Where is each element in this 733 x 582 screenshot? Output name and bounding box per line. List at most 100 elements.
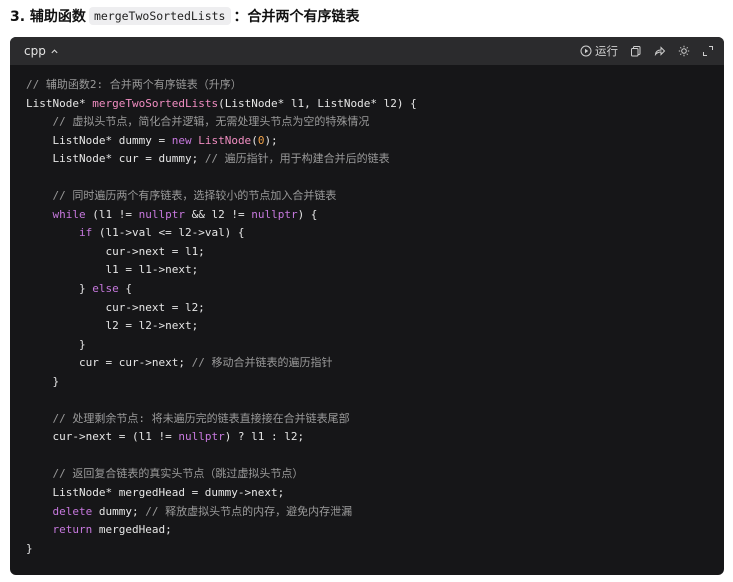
- language-selector[interactable]: cpp: [24, 44, 59, 58]
- code-token: (l1 !=: [85, 207, 139, 221]
- code-token: }: [26, 541, 33, 555]
- code-token: ListNode* mergedHead = dummy->next;: [26, 486, 285, 500]
- code-line: if (l1->val <= l2->val) {: [26, 224, 724, 243]
- code-block: cpp 运行 // 辅助函数2: 合并两个有序链表（升序） ListNode* …: [10, 37, 724, 575]
- play-icon: [580, 45, 592, 57]
- code-token: cur->next = l2;: [26, 300, 205, 314]
- code-block-header: cpp 运行: [10, 37, 724, 65]
- code-token: ListNode*: [26, 96, 93, 110]
- code-line: // 返回复合链表的真实头节点（跳过虚拟头节点）: [26, 465, 724, 484]
- heading-inline-code: mergeTwoSortedLists: [88, 7, 231, 25]
- code-line: return mergedHead;: [26, 521, 724, 540]
- code-token: else: [92, 282, 119, 296]
- code-token: mergeTwoSortedLists: [92, 96, 219, 110]
- code-token: if: [78, 226, 93, 240]
- code-line: // 虚拟头节点，简化合并逻辑，无需处理头节点为空的特殊情况: [26, 113, 724, 132]
- code-token: {: [118, 282, 132, 296]
- code-line: while (l1 != nullptr && l2 != nullptr) {: [26, 206, 724, 225]
- share-icon: [654, 46, 666, 57]
- run-button[interactable]: 运行: [580, 43, 618, 59]
- code-token: (ListNode* l1, ListNode* l2) {: [218, 96, 417, 110]
- code-token: // 虚拟头节点，简化合并逻辑，无需处理头节点为空的特殊情况: [52, 115, 370, 129]
- theme-toggle[interactable]: [678, 45, 690, 57]
- code-token: cur->next = (l1 !=: [26, 430, 179, 444]
- sun-icon: [678, 45, 690, 57]
- code-token: (: [251, 133, 258, 147]
- code-line: ListNode* cur = dummy; // 遍历指针，用于构建合并后的链…: [26, 150, 724, 169]
- code-line: cur->next = (l1 != nullptr) ? l1 : l2;: [26, 428, 724, 447]
- code-line: cur = cur->next; // 移动合并链表的遍历指针: [26, 354, 724, 373]
- code-token: l2 = l2->next;: [26, 319, 199, 333]
- code-token: ) {: [297, 207, 318, 221]
- code-token: nullptr: [138, 207, 185, 221]
- code-token: }: [26, 374, 60, 388]
- code-token: nullptr: [178, 430, 225, 444]
- code-line: }: [26, 373, 724, 392]
- code-token: while: [52, 207, 86, 221]
- code-line: }: [26, 540, 724, 559]
- heading-prefix: 3. 辅助函数: [10, 9, 86, 25]
- code-token: cur = cur->next;: [26, 356, 192, 370]
- code-line: ListNode* mergeTwoSortedLists(ListNode* …: [26, 95, 724, 114]
- copy-icon: [631, 46, 641, 57]
- code-line: ListNode* mergedHead = dummy->next;: [26, 484, 724, 503]
- run-label: 运行: [595, 44, 618, 58]
- code-token: cur->next = l1;: [26, 244, 205, 258]
- code-token: mergedHead;: [92, 523, 172, 537]
- code-token: // 处理剩余节点: 将未遍历完的链表直接接在合并链表尾部: [52, 411, 350, 425]
- language-label: cpp: [24, 44, 46, 58]
- code-token: // 同时遍历两个有序链表，选择较小的节点加入合并链表: [52, 189, 337, 203]
- code-token: ListNode* cur = dummy;: [26, 152, 205, 166]
- code-line: ListNode* dummy = new ListNode(0);: [26, 132, 724, 151]
- code-token: // 返回复合链表的真实头节点（跳过虚拟头节点）: [52, 467, 304, 481]
- code-line: } else {: [26, 280, 724, 299]
- code-token: // 辅助函数2: 合并两个有序链表（升序）: [26, 78, 242, 91]
- code-token: nullptr: [251, 207, 298, 221]
- code-token: delete: [52, 504, 93, 518]
- code-line: delete dummy; // 释放虚拟头节点的内存，避免内存泄漏: [26, 503, 724, 522]
- code-toolbar: 运行: [580, 43, 714, 59]
- code-content: // 辅助函数2: 合并两个有序链表（升序） ListNode* mergeTwo…: [10, 65, 724, 558]
- code-token: );: [264, 133, 278, 147]
- code-token: }: [26, 282, 93, 296]
- code-line: l2 = l2->next;: [26, 317, 724, 336]
- code-line: // 辅助函数2: 合并两个有序链表（升序）: [26, 76, 724, 95]
- code-line: l1 = l1->next;: [26, 261, 724, 280]
- code-token: ) ? l1 : l2;: [224, 430, 305, 444]
- copy-button[interactable]: [630, 45, 642, 57]
- chevron-up-icon: [51, 48, 58, 53]
- code-token: }: [26, 337, 86, 351]
- code-token: && l2 !=: [184, 207, 252, 221]
- code-line: // 同时遍历两个有序链表，选择较小的节点加入合并链表: [26, 187, 724, 206]
- code-token: // 遍历指针，用于构建合并后的链表: [204, 152, 390, 166]
- code-line: // 处理剩余节点: 将未遍历完的链表直接接在合并链表尾部: [26, 410, 724, 429]
- code-token: return: [52, 523, 93, 537]
- code-line: }: [26, 336, 724, 355]
- share-button[interactable]: [654, 45, 666, 57]
- code-token: ListNode* dummy =: [26, 133, 172, 147]
- code-token: // 释放虚拟头节点的内存，避免内存泄漏: [145, 504, 353, 518]
- heading-suffix: ：合并两个有序链表: [233, 9, 360, 25]
- code-token: dummy;: [92, 504, 146, 518]
- code-token: ListNode: [198, 133, 252, 147]
- expand-button[interactable]: [702, 45, 714, 57]
- code-token: // 移动合并链表的遍历指针: [191, 356, 333, 370]
- code-token: l1 = l1->next;: [26, 263, 199, 277]
- code-line: cur->next = l2;: [26, 299, 724, 318]
- code-token: (l1->val <= l2->val) {: [92, 226, 245, 240]
- code-token: new: [171, 133, 192, 147]
- section-heading: 3. 辅助函数 mergeTwoSortedLists ：合并两个有序链表: [10, 6, 360, 26]
- code-line: cur->next = l1;: [26, 243, 724, 262]
- expand-icon: [703, 46, 713, 56]
